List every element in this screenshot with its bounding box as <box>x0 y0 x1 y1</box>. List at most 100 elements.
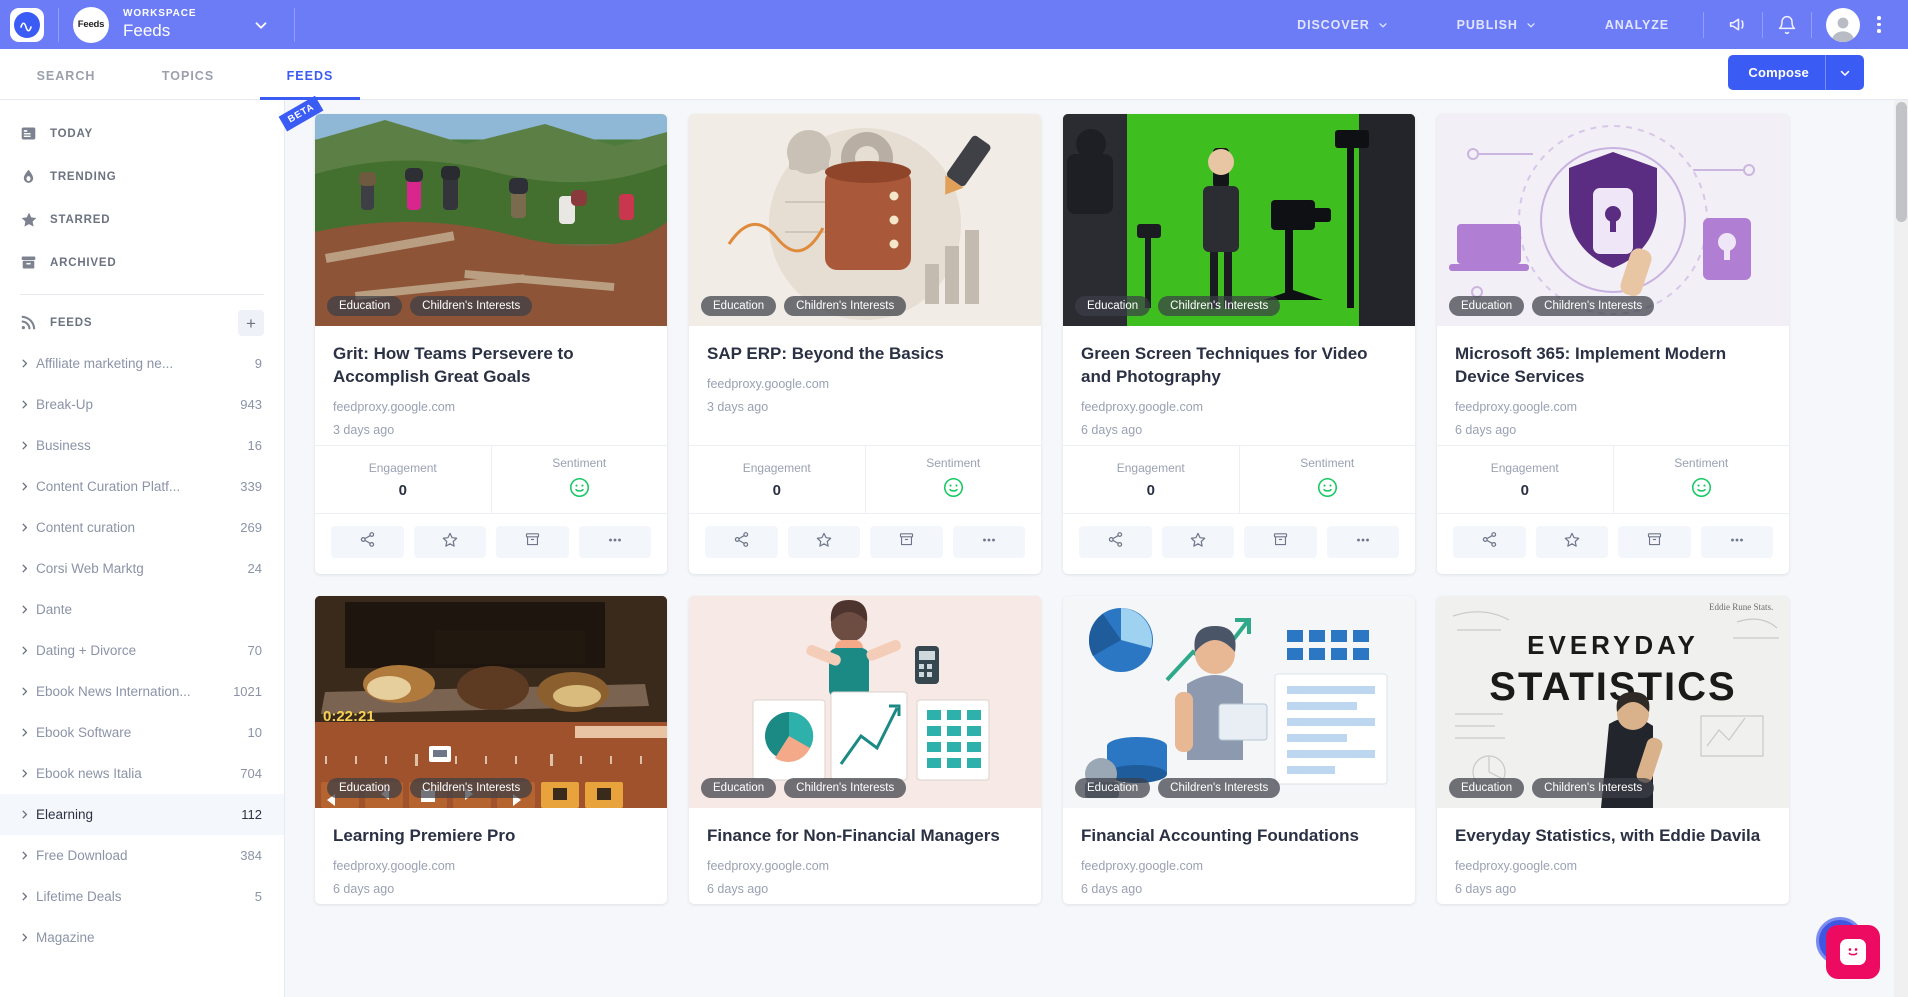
chat-widget[interactable] <box>1816 917 1880 979</box>
megaphone-icon[interactable] <box>1714 0 1762 49</box>
more-button[interactable] <box>952 526 1025 559</box>
app-logo[interactable] <box>10 7 44 42</box>
archive-button[interactable] <box>1618 526 1691 559</box>
avatar[interactable] <box>1826 7 1860 42</box>
feed-card[interactable]: Education Children's Interests Finance for… <box>689 596 1041 905</box>
archive-button[interactable] <box>1244 526 1317 559</box>
feed-card-tag[interactable]: Education <box>327 778 403 799</box>
more-button[interactable] <box>1326 526 1399 559</box>
feed-card-image[interactable]: Education Children's Interests <box>1063 114 1415 326</box>
sidebar-feed-item[interactable]: Ebook news Italia 704 <box>0 753 284 794</box>
feed-card-image[interactable]: Education Children's Interests <box>1063 596 1415 809</box>
main-scrollbar-thumb[interactable] <box>1896 102 1907 222</box>
feed-card-title[interactable]: Green Screen Techniques for Video and Ph… <box>1081 342 1397 388</box>
feed-card-title[interactable]: Microsoft 365: Implement Modern Device S… <box>1455 342 1771 388</box>
chevron-right-icon[interactable] <box>12 358 36 369</box>
feed-card-tag[interactable]: Education <box>701 778 777 799</box>
sidebar-feed-item[interactable]: Business 16 <box>0 425 284 466</box>
nav-item-discover[interactable]: DISCOVER <box>1263 0 1423 49</box>
sidebar-item-archived[interactable]: ARCHIVED <box>0 241 284 284</box>
star-button[interactable] <box>413 526 486 559</box>
feed-card-image[interactable]: Education Children's Interests <box>1437 114 1789 326</box>
feed-card-title[interactable]: Everyday Statistics, with Eddie Davila <box>1455 824 1771 847</box>
feed-card-tag[interactable]: Children's Interests <box>1158 296 1281 316</box>
feed-card-image[interactable]: EVERYDAY STATISTICS Eddie Rune Stats. Educa… <box>1437 596 1789 809</box>
feed-card[interactable]: Education Children's Interests Grit: How T… <box>315 114 667 575</box>
chevron-right-icon[interactable] <box>12 932 36 943</box>
chevron-right-icon[interactable] <box>12 604 36 615</box>
feed-card[interactable]: Education Children's Interests Microsoft 3… <box>1437 114 1789 575</box>
feed-card[interactable]: Education Children's Interests Green Scree… <box>1063 114 1415 575</box>
feed-card-image[interactable]: 0:22:21 Education Children's Interests <box>315 596 667 809</box>
tab-search[interactable]: SEARCH <box>16 69 116 99</box>
sidebar-item-trending[interactable]: TRENDING <box>0 155 284 198</box>
sidebar-feed-item[interactable]: Dante <box>0 589 284 630</box>
sidebar-feed-item[interactable]: Content curation 269 <box>0 507 284 548</box>
feed-card[interactable]: Education Children's Interests Financial A… <box>1063 596 1415 905</box>
chevron-right-icon[interactable] <box>12 399 36 410</box>
feed-card-tag[interactable]: Education <box>1449 778 1525 799</box>
sidebar-item-today[interactable]: TODAY <box>0 112 284 155</box>
sidebar-item-starred[interactable]: STARRED <box>0 198 284 241</box>
feed-card-tag[interactable]: Education <box>1449 296 1525 316</box>
chevron-right-icon[interactable] <box>12 645 36 656</box>
chevron-right-icon[interactable] <box>12 440 36 451</box>
feed-card-tag[interactable]: Education <box>327 296 403 316</box>
tab-topics[interactable]: TOPICS <box>138 69 238 99</box>
compose-chevron-down-icon[interactable] <box>1825 55 1864 90</box>
bell-icon[interactable] <box>1763 0 1811 49</box>
archive-button[interactable] <box>870 526 943 559</box>
sidebar-feed-item[interactable]: Lifetime Deals 5 <box>0 876 284 917</box>
chevron-right-icon[interactable] <box>12 563 36 574</box>
compose-button[interactable]: Compose <box>1728 55 1864 90</box>
sidebar-feed-item[interactable]: Break-Up 943 <box>0 384 284 425</box>
feed-card[interactable]: 0:22:21 Education Children's Interests Lear… <box>315 596 667 905</box>
feed-card-title[interactable]: Financial Accounting Foundations <box>1081 824 1397 847</box>
share-button[interactable] <box>331 526 404 559</box>
chevron-right-icon[interactable] <box>12 522 36 533</box>
share-button[interactable] <box>1079 526 1152 559</box>
chevron-right-icon[interactable] <box>12 809 36 820</box>
sidebar-feed-item[interactable]: Affiliate marketing ne... 9 <box>0 343 284 384</box>
chat-smiley-icon[interactable] <box>1826 925 1880 979</box>
sidebar-feed-item[interactable]: Magazine <box>0 917 284 958</box>
feed-card-tag[interactable]: Children's Interests <box>784 296 907 316</box>
star-button[interactable] <box>1161 526 1234 559</box>
main-scrollbar[interactable] <box>1894 100 1908 997</box>
more-button[interactable] <box>1700 526 1773 559</box>
feed-card-title[interactable]: Learning Premiere Pro <box>333 824 649 847</box>
feed-card-tag[interactable]: Education <box>1075 296 1151 316</box>
feed-card-image[interactable]: Education Children's Interests <box>315 114 667 326</box>
chevron-right-icon[interactable] <box>12 850 36 861</box>
more-button[interactable] <box>578 526 651 559</box>
share-button[interactable] <box>1453 526 1526 559</box>
sidebar-feed-item[interactable]: Content Curation Platf... 339 <box>0 466 284 507</box>
feed-card-tag[interactable]: Children's Interests <box>1532 778 1655 799</box>
sidebar-feed-item[interactable]: Free Download 384 <box>0 835 284 876</box>
feed-card-tag[interactable]: Education <box>1075 778 1151 799</box>
sidebar-feed-item[interactable]: Corsi Web Marktg 24 <box>0 548 284 589</box>
feed-card-tag[interactable]: Children's Interests <box>410 778 533 799</box>
chevron-right-icon[interactable] <box>12 481 36 492</box>
star-button[interactable] <box>1535 526 1608 559</box>
feed-card-image[interactable]: Education Children's Interests <box>689 596 1041 809</box>
nav-item-publish[interactable]: PUBLISH <box>1423 0 1571 49</box>
sidebar-feed-item[interactable]: Ebook Software 10 <box>0 712 284 753</box>
add-feed-plus-icon[interactable]: + <box>238 310 264 336</box>
tab-feeds[interactable]: FEEDS <box>260 69 360 100</box>
chevron-right-icon[interactable] <box>12 768 36 779</box>
feed-card-title[interactable]: Finance for Non-Financial Managers <box>707 824 1023 847</box>
sidebar-feed-item[interactable]: Dating + Divorce 70 <box>0 630 284 671</box>
workspace-switcher-chevron-down-icon[interactable] <box>252 16 270 34</box>
sidebar-feed-item[interactable]: Elearning 112 <box>0 794 284 835</box>
feed-card[interactable]: Education Children's Interests SAP ERP: Be… <box>689 114 1041 575</box>
archive-button[interactable] <box>496 526 569 559</box>
feed-card-tag[interactable]: Children's Interests <box>1158 778 1281 799</box>
feed-card-tag[interactable]: Children's Interests <box>410 296 533 316</box>
chevron-right-icon[interactable] <box>12 686 36 697</box>
feed-card[interactable]: EVERYDAY STATISTICS Eddie Rune Stats. Educa… <box>1437 596 1789 905</box>
chevron-right-icon[interactable] <box>12 727 36 738</box>
feed-card-tag[interactable]: Education <box>701 296 777 316</box>
feed-card-tag[interactable]: Children's Interests <box>1532 296 1655 316</box>
feed-card-tag[interactable]: Children's Interests <box>784 778 907 799</box>
